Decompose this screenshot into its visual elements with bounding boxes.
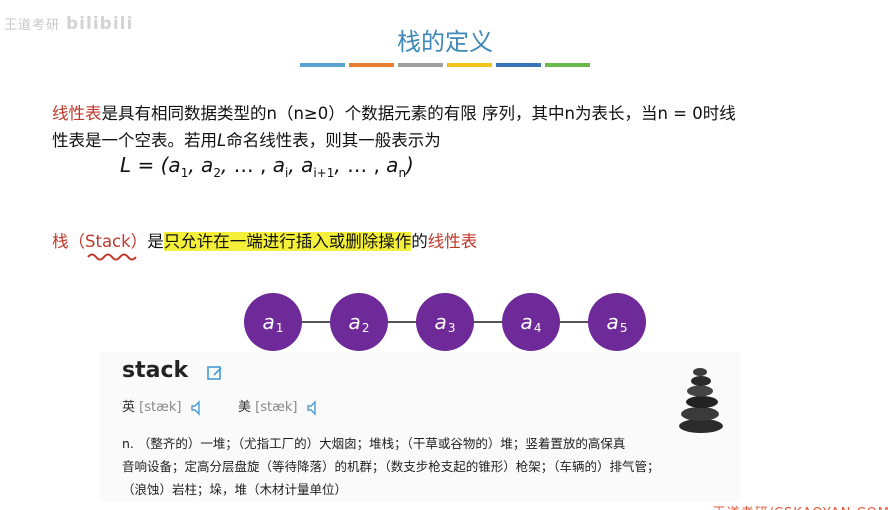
definition-line: n. （整齐的）一堆；（尤指工厂的）大烟囱；堆栈；（干草或谷物的）堆；竖着置放的… [122, 436, 626, 451]
node-letter: a [434, 310, 447, 334]
term-linear-list-2: 线性表 [427, 232, 478, 251]
stack-of: 的 [411, 232, 428, 251]
formula-sep: , [220, 153, 234, 177]
uk-phonetic: [stæk] [139, 400, 182, 415]
color-bar-segment [398, 63, 443, 67]
formula-lhs: L = ( [120, 153, 169, 177]
formula-dots: … , [233, 153, 267, 177]
formula-a1: a [168, 153, 181, 177]
general-form-formula: L = (a1, a2, … , ai, ai+1, … , an) [120, 153, 414, 180]
stack-node: a5 [588, 293, 646, 351]
node-subscript: 5 [619, 321, 628, 335]
definition-line2a: 性表是一个空表。若用 [52, 131, 217, 150]
stack-node: a1 [244, 293, 302, 351]
uk-pronunciation[interactable]: 英 [stæk] [122, 396, 204, 416]
title-color-bar [300, 63, 590, 67]
color-bar-segment [545, 63, 590, 67]
us-label: 美 [238, 400, 252, 415]
definition-line: （浪蚀）岩柱；垛，堆（木材计量单位） [122, 482, 348, 497]
formula-sep: , [188, 153, 202, 177]
node-subscript: 2 [361, 321, 370, 335]
definition-line2b: 命名线性表，则其一般表示为 [226, 131, 441, 150]
stone-stack-image [679, 368, 723, 433]
node-subscript: 3 [447, 321, 456, 335]
stack-is: 是 [147, 232, 164, 251]
formula-close: ) [406, 153, 414, 177]
node-letter: a [520, 310, 533, 334]
definition-line1: 是具有相同数据类型的n（n≥0）个数据元素的有限 序列，其中n为表长，当n = … [101, 104, 736, 123]
stack-node-diagram: a1a2a3a4a5 [244, 293, 646, 351]
squiggle-underline [87, 253, 137, 261]
stack-node: a3 [416, 293, 474, 351]
color-bar-segment [496, 63, 541, 67]
term-stack: 栈（Stack） [52, 232, 148, 251]
color-bar-segment [447, 63, 492, 67]
node-subscript: 1 [275, 321, 284, 335]
node-subscript: 4 [533, 321, 542, 335]
formula-subn: n [398, 166, 407, 180]
definition-line: 音响设备；定高分层盘旋（等待降落）的机群；（数支步枪支起的锥形）枪架；（车辆的）… [122, 459, 660, 474]
speaker-icon[interactable] [306, 399, 320, 416]
color-bar-segment [349, 63, 394, 67]
node-letter: a [262, 310, 275, 334]
definition-L: L [217, 131, 227, 150]
highlight-restriction: 只允许在一端进行插入或删除操作 [163, 232, 412, 251]
linear-list-definition: 线性表是具有相同数据类型的n（n≥0）个数据元素的有限 序列，其中n为表长，当n… [52, 100, 852, 154]
stack-node: a4 [502, 293, 560, 351]
dict-definition: n. （整齐的）一堆；（尤指工厂的）大烟囱；堆栈；（干草或谷物的）堆；竖着置放的… [122, 432, 712, 501]
node-letter: a [348, 310, 361, 334]
term-linear-list: 线性表 [52, 104, 102, 123]
formula-a2: a [201, 153, 214, 177]
formula-sep: , [334, 153, 348, 177]
footer-watermark: 王道考研/CSKAOYAN.COM [690, 502, 890, 510]
formula-ai1: a [301, 153, 314, 177]
dict-word: stack [122, 358, 189, 383]
uk-label: 英 [122, 400, 136, 415]
edit-icon[interactable] [206, 364, 224, 382]
formula-sep: , [288, 153, 302, 177]
formula-dots: … , [347, 153, 380, 177]
stack-node: a2 [330, 293, 388, 351]
formula-subi1: i+1 [313, 166, 335, 180]
formula-an: a [386, 153, 399, 177]
color-bar-segment [300, 63, 345, 67]
formula-ai: a [272, 153, 286, 177]
node-letter: a [606, 310, 619, 334]
formula-sub2: 2 [213, 166, 221, 180]
us-pronunciation[interactable]: 美 [stæk] [238, 396, 320, 416]
speaker-icon[interactable] [190, 399, 204, 416]
slide-title: 栈的定义 [397, 28, 493, 56]
stack-definition: 栈（Stack）是只允许在一端进行插入或删除操作的线性表 [52, 228, 477, 252]
us-phonetic: [stæk] [255, 400, 298, 415]
dictionary-popup: stack 英 [stæk] 美 [stæk] n. （整齐的）一堆；（尤指工厂… [100, 352, 740, 502]
